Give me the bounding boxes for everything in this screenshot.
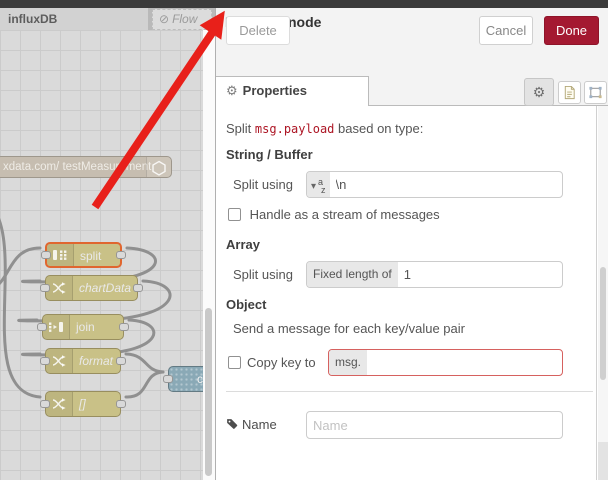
input-port[interactable] <box>40 284 50 292</box>
node-red-editor: influxDB ⊘ Flow xdata.com/ testMeasuremen… <box>0 0 608 480</box>
output-port[interactable] <box>133 284 143 292</box>
name-label-text: Name <box>242 417 277 432</box>
copy-key-label: Copy key to <box>247 355 316 370</box>
chevron-down-icon: ▾ <box>311 181 317 192</box>
gear-icon: ⚙ <box>226 83 238 98</box>
object-hint-text: Send a message for each key/value pair <box>233 321 465 336</box>
change-icon <box>46 276 73 300</box>
string-type-icon: az <box>318 176 326 195</box>
edit-form: Split msg.payload based on type: String … <box>216 106 597 480</box>
canvas-scrollbar-thumb[interactable] <box>205 308 212 476</box>
output-port[interactable] <box>119 323 129 331</box>
workspace-tabbar: influxDB ⊘ Flow <box>0 8 215 30</box>
input-port[interactable] <box>163 375 173 383</box>
split-intro-text: Split msg.payload based on type: <box>226 121 596 136</box>
circle-slash-icon: ⊘ <box>159 12 170 26</box>
output-port[interactable] <box>116 357 126 365</box>
done-button[interactable]: Done <box>544 16 599 45</box>
tab-properties-label: Properties <box>242 83 307 98</box>
tag-icon <box>227 419 238 429</box>
copy-key-input-group: msg. <box>328 349 563 376</box>
tab-properties[interactable]: ⚙ Properties <box>216 76 369 106</box>
canvas-scrollbar[interactable] <box>203 30 215 480</box>
appearance-icon <box>589 86 602 99</box>
delete-button[interactable]: Delete <box>226 16 290 45</box>
flow-canvas[interactable]: xdata.com/ testMeasurement split chartDa… <box>0 30 215 480</box>
input-port[interactable] <box>41 251 51 259</box>
tab-flow-label: Flow <box>172 12 198 26</box>
description-button[interactable] <box>558 81 581 104</box>
stream-checkbox-label: Handle as a stream of messages <box>249 207 440 222</box>
intro-before: Split <box>226 121 252 136</box>
copy-key-row: Copy key to msg. <box>216 349 596 376</box>
msg-prefix: msg. <box>329 350 368 375</box>
change-icon <box>46 392 73 416</box>
node-influxdb-out[interactable]: xdata.com/ testMeasurement <box>0 156 172 178</box>
stream-checkbox-row: Handle as a stream of messages <box>228 207 596 225</box>
section-string-buffer: String / Buffer <box>226 147 313 162</box>
intro-after: based on type: <box>338 121 424 136</box>
form-divider <box>226 391 593 392</box>
node-chartdata[interactable]: chartData <box>40 275 143 301</box>
output-port[interactable] <box>116 400 126 408</box>
string-split-row: Split using ▾ a z <box>216 171 596 198</box>
node-format[interactable]: format <box>40 348 126 374</box>
stream-checkbox[interactable] <box>228 208 241 221</box>
copy-key-checkbox[interactable] <box>228 356 241 369</box>
change-icon <box>46 349 73 373</box>
node-join[interactable]: join <box>37 314 129 340</box>
array-split-row: Split using Fixed length of <box>216 261 596 288</box>
array-length-input[interactable] <box>397 262 562 287</box>
name-row: Name <box>216 411 596 439</box>
app-header-bar <box>0 0 608 8</box>
input-port[interactable] <box>37 323 47 331</box>
array-split-input-group: Fixed length of <box>306 261 563 288</box>
name-input[interactable] <box>307 412 562 438</box>
node-brackets[interactable]: [] <box>40 391 126 417</box>
input-port[interactable] <box>40 400 50 408</box>
split-using-label: Split using <box>233 177 293 192</box>
typed-input-type-button[interactable]: ▾ a z <box>307 172 330 197</box>
document-icon <box>564 85 575 100</box>
node-split[interactable]: split <box>41 242 126 268</box>
appearance-button[interactable] <box>584 81 607 104</box>
edit-tray: Edit split node Delete Cancel Done ⚙Prop… <box>215 8 608 480</box>
cancel-button[interactable]: Cancel <box>479 16 533 45</box>
name-input-group <box>306 411 563 439</box>
influxdb-logo-icon <box>146 157 171 177</box>
output-port[interactable] <box>116 251 126 259</box>
section-array: Array <box>226 237 260 252</box>
split-using-label: Split using <box>233 267 293 282</box>
input-port[interactable] <box>40 357 50 365</box>
intro-code: msg.payload <box>254 122 335 136</box>
tab-flow-disabled[interactable]: ⊘ Flow <box>152 9 212 30</box>
name-label: Name <box>226 417 277 432</box>
join-icon <box>43 315 70 339</box>
fixed-length-prefix: Fixed length of <box>307 262 398 287</box>
flow-workspace: influxDB ⊘ Flow xdata.com/ testMeasuremen… <box>0 8 215 480</box>
panel-scrollbar[interactable] <box>598 106 608 480</box>
gear-icon: ⚙ <box>532 84 546 100</box>
copy-key-input[interactable] <box>367 350 562 375</box>
tab-influxdb[interactable]: influxDB <box>0 8 148 30</box>
panel-scrollbar-thumb[interactable] <box>600 267 606 380</box>
node-properties-button[interactable]: ⚙ <box>524 78 554 106</box>
section-object: Object <box>226 297 267 312</box>
scrollbar-corner <box>598 442 608 480</box>
split-icon <box>47 244 74 266</box>
string-split-input-group: ▾ a z <box>306 171 563 198</box>
string-split-input[interactable] <box>329 172 562 197</box>
